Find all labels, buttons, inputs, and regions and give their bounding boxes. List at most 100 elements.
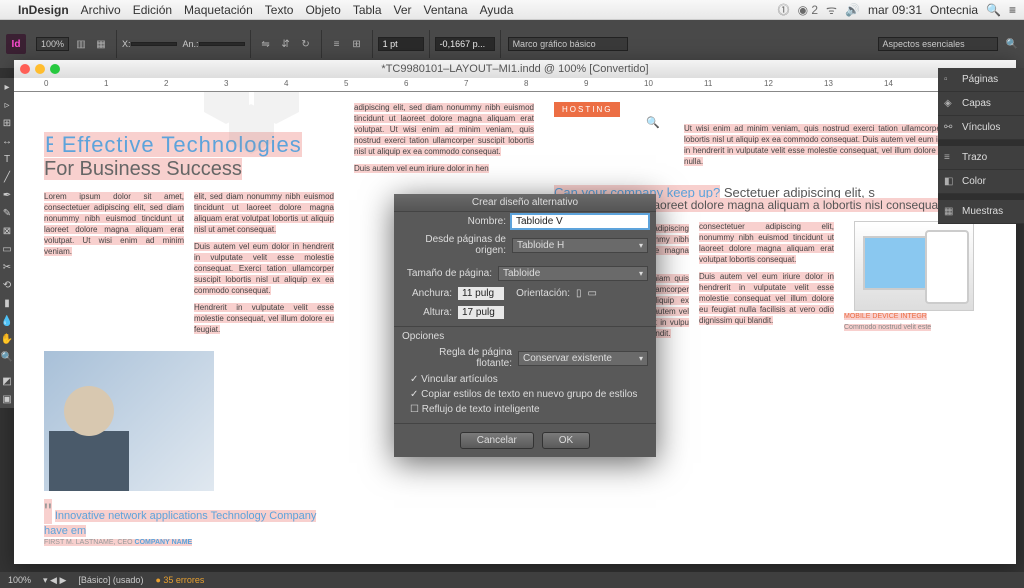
minimize-button[interactable]: [35, 64, 45, 74]
pagesize-label: Tamaño de página:: [402, 268, 492, 279]
flip-v-icon[interactable]: ⇵: [277, 35, 295, 53]
hosting-badge: HOSTING: [554, 102, 620, 117]
preflight-errors[interactable]: ● 35 errores: [155, 575, 204, 585]
rotate-icon[interactable]: ↻: [297, 35, 315, 53]
body-para: Duis autem vel eum iriure dolor in hen: [354, 163, 534, 174]
wifi-icon[interactable]: ᯤ: [826, 1, 837, 18]
orient-portrait-icon[interactable]: ▯: [576, 288, 582, 299]
alternate-layout-dialog: Crear diseño alternativo Nombre: Tabloide…: [394, 194, 656, 457]
menu-ventana[interactable]: Ventana: [424, 3, 468, 17]
pages-icon: ▫: [944, 74, 956, 86]
panel-vinculos[interactable]: ⚯Vínculos: [938, 116, 1024, 140]
transform-tool[interactable]: ⟲: [0, 276, 14, 294]
object-style-select[interactable]: Marco gráfico básico: [508, 37, 628, 51]
pen-tool[interactable]: ✒: [0, 186, 14, 204]
page-tool[interactable]: ⊞: [0, 114, 14, 132]
footer-zoom[interactable]: 100%: [8, 575, 31, 585]
zoom-select[interactable]: 100%: [36, 37, 69, 51]
rule-dropdown[interactable]: Conservar existente: [518, 351, 648, 366]
link-articles-checkbox[interactable]: Vincular artículos: [394, 372, 656, 387]
right-panel-dock: ▫Páginas ◈Capas ⚯Vínculos ≡Trazo ◧Color …: [938, 68, 1024, 224]
menu-ayuda[interactable]: Ayuda: [480, 3, 514, 17]
ok-button[interactable]: OK: [542, 432, 590, 449]
menu-maquetacion[interactable]: Maquetación: [184, 3, 253, 17]
zoom-tool[interactable]: 🔍: [0, 348, 14, 366]
headline-2: For Business Success: [44, 158, 334, 181]
menu-tabla[interactable]: Tabla: [353, 3, 382, 17]
w-field[interactable]: [199, 42, 245, 46]
rect-tool[interactable]: ▭: [0, 240, 14, 258]
orient-landscape-icon[interactable]: ▭: [588, 288, 597, 299]
swatches-icon: ▦: [944, 206, 956, 218]
zoom-button[interactable]: [50, 64, 60, 74]
horizontal-ruler[interactable]: 0123456789101112131415: [14, 78, 1016, 92]
workspace-select[interactable]: Aspectos esenciales: [878, 37, 998, 51]
source-dropdown[interactable]: Tabloide H: [512, 238, 648, 253]
rect-frame-tool[interactable]: ⊠: [0, 222, 14, 240]
height-input[interactable]: 17 pulg: [458, 306, 504, 319]
align-icon[interactable]: ≡: [328, 35, 346, 53]
cancel-button[interactable]: Cancelar: [460, 432, 534, 449]
pull-quote: " Innovative network applications Techno…: [44, 499, 334, 537]
menu-edicion[interactable]: Edición: [133, 3, 172, 17]
volume-icon[interactable]: 🔊: [845, 3, 860, 17]
body-para: Lorem ipsum dolor sit amet, consectetuer…: [44, 191, 184, 257]
notifications-icon[interactable]: ≡: [1009, 3, 1016, 17]
gap-field[interactable]: -0,1667 p...: [435, 37, 495, 51]
menu-ver[interactable]: Ver: [394, 3, 412, 17]
copy-styles-checkbox[interactable]: Copiar estilos de texto en nuevo grupo d…: [394, 387, 656, 402]
panel-muestras[interactable]: ▦Muestras: [938, 200, 1024, 224]
panel-paginas[interactable]: ▫Páginas: [938, 68, 1024, 92]
body-para: adipiscing elit, sed diam nonummy nibh e…: [354, 102, 534, 157]
devices-image: [854, 221, 974, 311]
options-section-label: Opciones: [394, 326, 656, 344]
search-icon[interactable]: 🔍: [1006, 39, 1018, 50]
pagesize-dropdown[interactable]: Tabloide: [498, 266, 648, 281]
flip-h-icon[interactable]: ⇋: [257, 35, 275, 53]
scissors-tool[interactable]: ✂: [0, 258, 14, 276]
height-label: Altura:: [402, 307, 452, 318]
name-label: Nombre:: [402, 216, 506, 227]
direct-select-tool[interactable]: ▹: [0, 96, 14, 114]
fill-stroke-icon[interactable]: ◩: [0, 372, 14, 390]
menu-texto[interactable]: Texto: [265, 3, 294, 17]
status-icon: ◉ 2: [798, 3, 818, 17]
mac-menubar: InDesign Archivo Edición Maquetación Tex…: [0, 0, 1024, 20]
view-icon[interactable]: ▦: [92, 35, 110, 53]
quote-byline: FIRST M. LASTNAME, CEO COMPANY NAME: [44, 539, 334, 546]
footer-status: [Básico] (usado): [78, 575, 143, 585]
distribute-icon[interactable]: ⊞: [348, 35, 366, 53]
orient-label: Orientación:: [510, 288, 570, 299]
menu-objeto[interactable]: Objeto: [305, 3, 340, 17]
width-input[interactable]: 11 pulg: [458, 287, 504, 300]
spotlight-icon[interactable]: 🔍: [986, 3, 1001, 17]
panel-trazo[interactable]: ≡Trazo: [938, 146, 1024, 170]
caption: Commodo nostrud velit este: [844, 322, 974, 333]
x-field[interactable]: [131, 42, 177, 46]
eyedropper-tool[interactable]: 💧: [0, 312, 14, 330]
menu-archivo[interactable]: Archivo: [81, 3, 121, 17]
line-tool[interactable]: ╱: [0, 168, 14, 186]
type-tool[interactable]: T: [0, 150, 14, 168]
gap-tool[interactable]: ↔: [0, 132, 14, 150]
close-button[interactable]: [20, 64, 30, 74]
stroke-field[interactable]: 1 pt: [378, 37, 424, 51]
panel-capas[interactable]: ◈Capas: [938, 92, 1024, 116]
rule-label: Regla de página flotante:: [402, 347, 512, 369]
screen-mode-icon[interactable]: ▣: [0, 390, 14, 408]
smart-reflow-checkbox[interactable]: Reflujo de texto inteligente: [394, 402, 656, 417]
gradient-tool[interactable]: ▮: [0, 294, 14, 312]
headline-1: EEffective Technologies: [44, 132, 334, 158]
zoom-cursor-icon: 🔍: [646, 116, 660, 129]
dialog-title: Crear diseño alternativo: [394, 194, 656, 212]
view-icon[interactable]: ▥: [72, 35, 90, 53]
body-para: elit, sed diam nonummy nibh euismod tinc…: [194, 191, 334, 235]
selection-tool[interactable]: ▸: [0, 78, 14, 96]
name-input[interactable]: Tabloide V: [512, 215, 648, 228]
panel-color[interactable]: ◧Color: [938, 170, 1024, 194]
hand-tool[interactable]: ✋: [0, 330, 14, 348]
pencil-tool[interactable]: ✎: [0, 204, 14, 222]
menubar-user[interactable]: Ontecnia: [930, 3, 978, 17]
menubar-time[interactable]: mar 09:31: [868, 3, 922, 17]
app-name[interactable]: InDesign: [18, 3, 69, 17]
